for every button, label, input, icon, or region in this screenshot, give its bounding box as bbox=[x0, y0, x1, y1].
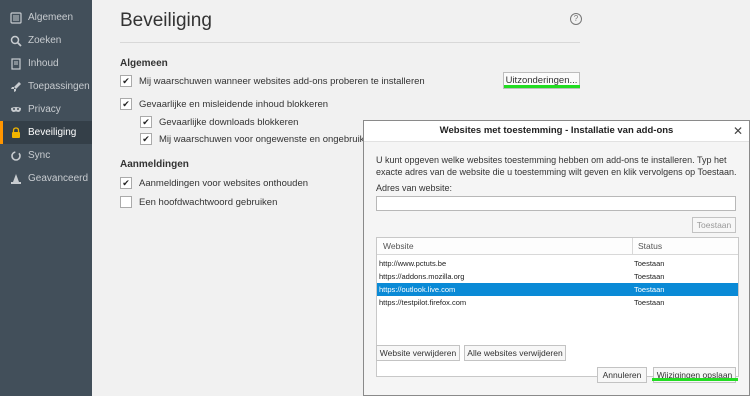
checkbox[interactable] bbox=[120, 196, 132, 208]
table-header: Website Status bbox=[377, 238, 738, 255]
divider bbox=[120, 42, 580, 43]
website-cell: https://outlook.live.com bbox=[379, 285, 456, 294]
checkbox[interactable]: ✔ bbox=[120, 75, 132, 87]
checkbox-warn-unwanted[interactable]: ✔ Mij waarschuwen voor ongewenste en ong… bbox=[140, 133, 386, 145]
column-divider bbox=[632, 238, 633, 254]
status-cell: Toestaan bbox=[634, 285, 665, 294]
sidebar-item-label: Geavanceerd bbox=[28, 173, 89, 184]
highlight-underline bbox=[504, 85, 580, 88]
checkbox-warn-addons[interactable]: ✔ Mij waarschuwen wanneer websites add-o… bbox=[120, 75, 425, 87]
sidebar-item-zoeken[interactable]: Zoeken bbox=[0, 29, 92, 52]
sidebar: Algemeen Zoeken Inhoud Toepassingen Priv… bbox=[0, 0, 92, 396]
dialog-title: Websites met toestemming - Installatie v… bbox=[439, 125, 674, 136]
sidebar-item-label: Algemeen bbox=[28, 12, 74, 23]
sidebar-item-inhoud[interactable]: Inhoud bbox=[0, 52, 92, 75]
dialog-description: U kunt opgeven welke websites toestemmin… bbox=[376, 155, 737, 177]
table-row[interactable]: https://testpilot.firefox.com Toestaan bbox=[377, 296, 738, 309]
checkbox[interactable]: ✔ bbox=[120, 177, 132, 189]
sidebar-item-toepassingen[interactable]: Toepassingen bbox=[0, 75, 92, 98]
section-heading-algemeen: Algemeen bbox=[120, 58, 168, 69]
sidebar-item-algemeen[interactable]: Algemeen bbox=[0, 6, 92, 29]
sidebar-item-label: Sync bbox=[28, 150, 51, 161]
permissions-dialog: Websites met toestemming - Installatie v… bbox=[363, 120, 750, 396]
website-cell: https://addons.mozilla.org bbox=[379, 272, 465, 281]
website-cell: https://testpilot.firefox.com bbox=[379, 298, 467, 307]
website-cell: http://www.pctuts.be bbox=[379, 259, 447, 268]
sidebar-item-label: Beveiliging bbox=[28, 127, 77, 138]
checkbox-label: Aanmeldingen voor websites onthouden bbox=[139, 177, 309, 189]
checkbox-label: Een hoofdwachtwoord gebruiken bbox=[139, 196, 278, 208]
cancel-button[interactable]: Annuleren bbox=[597, 367, 647, 383]
highlight-underline bbox=[652, 378, 738, 381]
checkbox-label: Gevaarlijke downloads blokkeren bbox=[159, 116, 299, 128]
mask-icon bbox=[9, 103, 22, 116]
rocket-icon bbox=[9, 80, 22, 93]
table-row-selected[interactable]: https://outlook.live.com Toestaan bbox=[377, 283, 738, 296]
remove-all-websites-button[interactable]: Alle websites verwijderen bbox=[464, 345, 566, 361]
document-icon bbox=[9, 57, 22, 70]
dialog-titlebar: Websites met toestemming - Installatie v… bbox=[364, 121, 749, 142]
sidebar-item-label: Zoeken bbox=[28, 35, 62, 46]
section-heading-aanmeldingen: Aanmeldingen bbox=[120, 159, 189, 170]
status-cell: Toestaan bbox=[634, 259, 665, 268]
remove-website-button[interactable]: Website verwijderen bbox=[376, 345, 460, 361]
checkbox[interactable]: ✔ bbox=[120, 98, 132, 110]
address-input[interactable] bbox=[376, 196, 736, 211]
status-cell: Toestaan bbox=[634, 298, 665, 307]
sidebar-item-sync[interactable]: Sync bbox=[0, 144, 92, 167]
lock-icon bbox=[9, 126, 22, 139]
sidebar-item-beveiliging[interactable]: Beveiliging bbox=[0, 121, 92, 144]
allow-button[interactable]: Toestaan bbox=[692, 217, 736, 233]
column-header-status[interactable]: Status bbox=[638, 238, 662, 254]
sidebar-item-label: Toepassingen bbox=[28, 81, 90, 92]
checkbox-master-password[interactable]: Een hoofdwachtwoord gebruiken bbox=[120, 196, 277, 208]
sync-icon bbox=[9, 149, 22, 162]
wizard-hat-icon bbox=[9, 172, 22, 185]
table-row[interactable]: http://www.pctuts.be Toestaan bbox=[377, 257, 738, 270]
sidebar-item-label: Privacy bbox=[28, 104, 61, 115]
checkbox-label: Gevaarlijke en misleidende inhoud blokke… bbox=[139, 98, 329, 110]
checkbox-label: Mij waarschuwen voor ongewenste en ongeb… bbox=[159, 133, 387, 145]
checkbox-remember-logins[interactable]: ✔ Aanmeldingen voor websites onthouden bbox=[120, 177, 308, 189]
sidebar-item-label: Inhoud bbox=[28, 58, 59, 69]
menu-lines-icon bbox=[9, 11, 22, 24]
help-icon[interactable]: ? bbox=[570, 13, 582, 25]
column-header-website[interactable]: Website bbox=[383, 238, 414, 254]
checkbox-block-dangerous[interactable]: ✔ Gevaarlijke en misleidende inhoud blok… bbox=[120, 98, 328, 110]
page-title: Beveiliging bbox=[120, 10, 212, 31]
sidebar-item-privacy[interactable]: Privacy bbox=[0, 98, 92, 121]
sidebar-item-geavanceerd[interactable]: Geavanceerd bbox=[0, 167, 92, 190]
checkbox[interactable]: ✔ bbox=[140, 116, 152, 128]
address-label: Adres van website: bbox=[376, 183, 453, 193]
close-icon[interactable]: ✕ bbox=[733, 123, 743, 139]
search-icon bbox=[9, 34, 22, 47]
status-cell: Toestaan bbox=[634, 272, 665, 281]
checkbox-block-downloads[interactable]: ✔ Gevaarlijke downloads blokkeren bbox=[140, 116, 298, 128]
checkbox[interactable]: ✔ bbox=[140, 133, 152, 145]
table-row[interactable]: https://addons.mozilla.org Toestaan bbox=[377, 270, 738, 283]
checkbox-label: Mij waarschuwen wanneer websites add-ons… bbox=[139, 75, 425, 87]
